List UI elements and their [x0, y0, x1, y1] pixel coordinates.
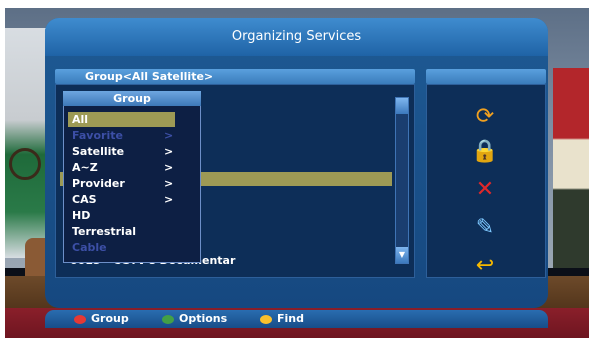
help-find-button[interactable]: Find	[260, 311, 304, 327]
chevron-right-icon: >	[164, 177, 174, 190]
group-option-label: Provider	[72, 177, 125, 190]
group-option-hd[interactable]: HD	[72, 208, 200, 223]
chevron-right-icon: >	[164, 129, 174, 142]
group-option-cable[interactable]: Cable	[72, 240, 200, 255]
group-option-label: Favorite	[72, 129, 123, 142]
group-option-satellite[interactable]: Satellite >	[72, 144, 200, 159]
red-button-icon	[74, 314, 86, 324]
group-option-provider[interactable]: Provider >	[72, 176, 200, 191]
flag-right	[553, 68, 589, 268]
group-option-label: All	[72, 113, 89, 126]
group-option-terrestrial[interactable]: Terrestrial	[72, 224, 200, 239]
scroll-thumb[interactable]	[396, 98, 408, 114]
list-header[interactable]: Group<All Satellite>	[55, 69, 415, 84]
move-icon[interactable]: ⟳	[470, 105, 500, 129]
group-option-label: HD	[72, 209, 91, 222]
group-option-label: Satellite	[72, 145, 125, 158]
group-option-cas[interactable]: CAS >	[72, 192, 200, 207]
yellow-button-icon	[260, 314, 272, 324]
group-option-label: CAS	[72, 193, 97, 206]
group-popup-title: Group	[63, 91, 201, 106]
chevron-right-icon: >	[164, 161, 174, 174]
page-title: Organizing Services	[45, 18, 548, 56]
list-scrollbar[interactable]: ▼	[395, 97, 409, 264]
lock-icon[interactable]: 🔒	[470, 140, 500, 164]
group-option-label: Terrestrial	[72, 225, 137, 238]
back-icon[interactable]: ↩	[470, 254, 500, 278]
help-options-button[interactable]: Options	[162, 311, 227, 327]
flag-emblem	[9, 148, 41, 180]
green-button-icon	[162, 314, 174, 324]
scroll-down-icon[interactable]: ▼	[396, 247, 408, 263]
chevron-right-icon: >	[164, 193, 174, 206]
help-find-label: Find	[277, 312, 304, 325]
group-option-all[interactable]: All	[68, 112, 175, 127]
group-option-a-z[interactable]: A~Z >	[72, 160, 200, 175]
group-option-favorite[interactable]: Favorite >	[72, 128, 200, 143]
group-option-label: A~Z	[72, 161, 98, 174]
rename-icon[interactable]: ✎	[470, 216, 500, 240]
help-group-button[interactable]: Group	[74, 311, 129, 327]
side-header	[426, 69, 546, 84]
group-option-label: Cable	[72, 241, 107, 254]
help-group-label: Group	[91, 312, 129, 325]
delete-icon[interactable]: ✕	[470, 178, 500, 202]
chevron-right-icon: >	[164, 145, 174, 158]
help-options-label: Options	[179, 312, 228, 325]
